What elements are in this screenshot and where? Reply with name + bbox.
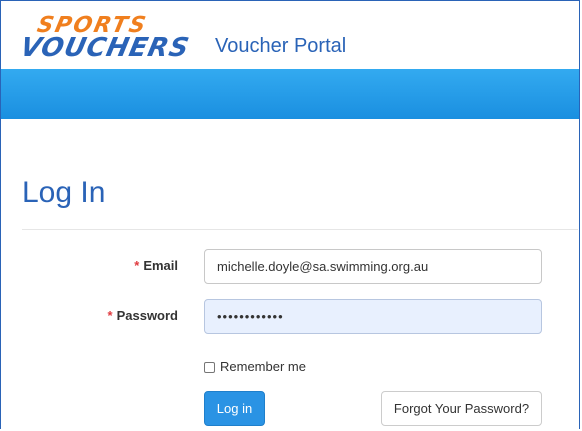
- login-button[interactable]: Log in: [204, 391, 265, 426]
- logo-text-vouchers: VOUCHERS: [17, 33, 193, 63]
- email-label-text: Email: [143, 258, 178, 273]
- email-field[interactable]: michelle.doyle@sa.swimming.org.au: [204, 249, 542, 284]
- portal-title: Voucher Portal: [215, 35, 347, 57]
- page-title: Log In: [22, 176, 106, 209]
- remember-me-label[interactable]: Remember me: [220, 359, 306, 375]
- password-label: * Password: [90, 308, 178, 324]
- heading-divider: [22, 229, 578, 230]
- site-header: SPORTS VOUCHERS Voucher Portal: [1, 1, 579, 69]
- remember-me[interactable]: Remember me: [204, 359, 306, 375]
- required-marker: *: [134, 258, 140, 273]
- navigation-bar: [1, 69, 579, 119]
- password-field[interactable]: ••••••••••••: [204, 299, 542, 334]
- forgot-password-button[interactable]: Forgot Your Password?: [381, 391, 542, 426]
- remember-me-checkbox[interactable]: [204, 361, 215, 373]
- sports-vouchers-logo[interactable]: SPORTS VOUCHERS: [17, 13, 200, 63]
- required-marker: *: [107, 308, 113, 323]
- email-label: * Email: [110, 258, 178, 274]
- password-label-text: Password: [116, 308, 178, 323]
